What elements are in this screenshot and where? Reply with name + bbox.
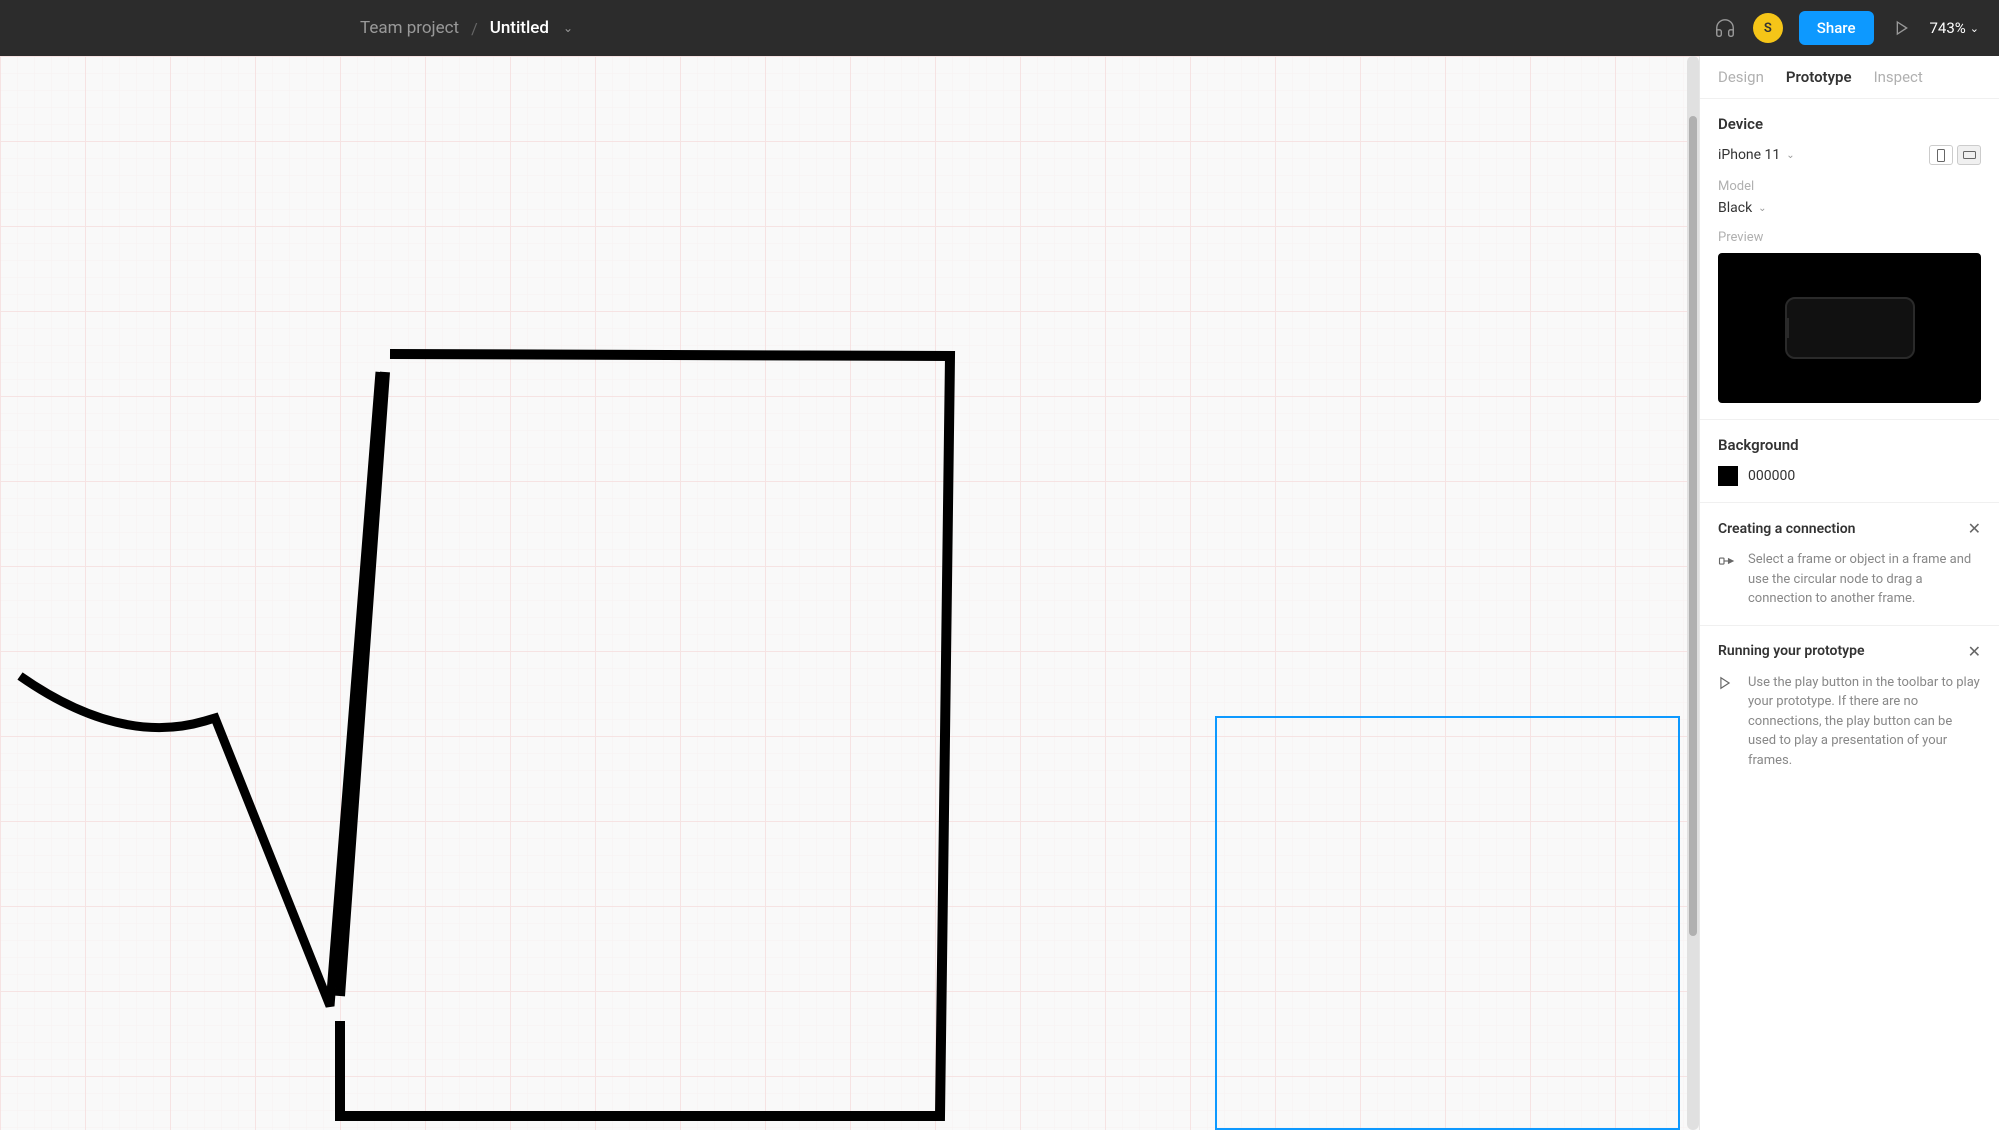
- color-value: 000000: [1748, 468, 1795, 484]
- background-section: Background 000000: [1700, 420, 1999, 503]
- main: Design Prototype Inspect Device iPhone 1…: [0, 56, 1999, 1130]
- device-title: Device: [1718, 115, 1981, 133]
- breadcrumb-area: Team project / Untitled ⌄: [360, 18, 573, 38]
- zoom-value: 743%: [1930, 19, 1966, 37]
- device-preview: [1718, 253, 1981, 403]
- connection-info-text: Select a frame or object in a frame and …: [1748, 550, 1981, 609]
- device-section: Device iPhone 11 ⌄ Model: [1700, 99, 1999, 420]
- chevron-down-icon: ⌄: [1970, 22, 1979, 35]
- chevron-down-icon[interactable]: ⌄: [563, 21, 573, 35]
- prototype-info: Running your prototype ✕ Use the play bu…: [1700, 626, 1999, 787]
- prototype-info-text: Use the play button in the toolbar to pl…: [1748, 673, 1981, 771]
- breadcrumb-separator: /: [471, 19, 478, 38]
- chevron-down-icon: ⌄: [1786, 150, 1794, 161]
- device-value: iPhone 11: [1718, 147, 1780, 163]
- background-color[interactable]: 000000: [1718, 466, 1981, 486]
- chevron-down-icon: ⌄: [1758, 203, 1766, 214]
- orientation-portrait[interactable]: [1929, 145, 1953, 165]
- orientation-landscape[interactable]: [1957, 145, 1981, 165]
- canvas[interactable]: [0, 56, 1699, 1130]
- prototype-info-title: Running your prototype: [1718, 643, 1865, 659]
- share-button[interactable]: Share: [1799, 11, 1874, 45]
- color-swatch[interactable]: [1718, 466, 1738, 486]
- scrollbar-vertical[interactable]: [1687, 56, 1699, 1130]
- tab-inspect[interactable]: Inspect: [1874, 68, 1923, 86]
- model-label: Model: [1718, 179, 1981, 194]
- orientation-toggle: [1929, 145, 1981, 165]
- tab-prototype[interactable]: Prototype: [1786, 68, 1852, 86]
- scrollbar-thumb[interactable]: [1689, 116, 1697, 936]
- connection-icon: [1718, 552, 1736, 570]
- tab-design[interactable]: Design: [1718, 68, 1764, 86]
- background-title: Background: [1718, 436, 1981, 454]
- inspector-tabs: Design Prototype Inspect: [1700, 56, 1999, 99]
- avatar[interactable]: S: [1753, 13, 1783, 43]
- preview-label: Preview: [1718, 230, 1981, 245]
- breadcrumb[interactable]: Team project: [360, 18, 459, 38]
- connection-info-title: Creating a connection: [1718, 521, 1856, 537]
- close-icon[interactable]: ✕: [1968, 642, 1981, 661]
- play-icon: [1718, 675, 1736, 693]
- zoom-control[interactable]: 743% ⌄: [1930, 19, 1980, 37]
- headphones-icon[interactable]: [1713, 16, 1737, 40]
- device-dropdown[interactable]: iPhone 11 ⌄: [1718, 147, 1795, 163]
- connection-info: Creating a connection ✕ Select a frame o…: [1700, 503, 1999, 626]
- play-button[interactable]: [1890, 16, 1914, 40]
- selection-frame[interactable]: [1215, 716, 1680, 1130]
- model-value: Black: [1718, 200, 1752, 216]
- filename[interactable]: Untitled: [490, 18, 549, 38]
- topbar: Team project / Untitled ⌄ S Share 743% ⌄: [0, 0, 1999, 56]
- inspector-panel: Design Prototype Inspect Device iPhone 1…: [1699, 56, 1999, 1130]
- close-icon[interactable]: ✕: [1968, 519, 1981, 538]
- topbar-right: S Share 743% ⌄: [1713, 11, 1979, 45]
- phone-preview-icon: [1785, 297, 1915, 359]
- model-dropdown[interactable]: Black ⌄: [1718, 200, 1981, 216]
